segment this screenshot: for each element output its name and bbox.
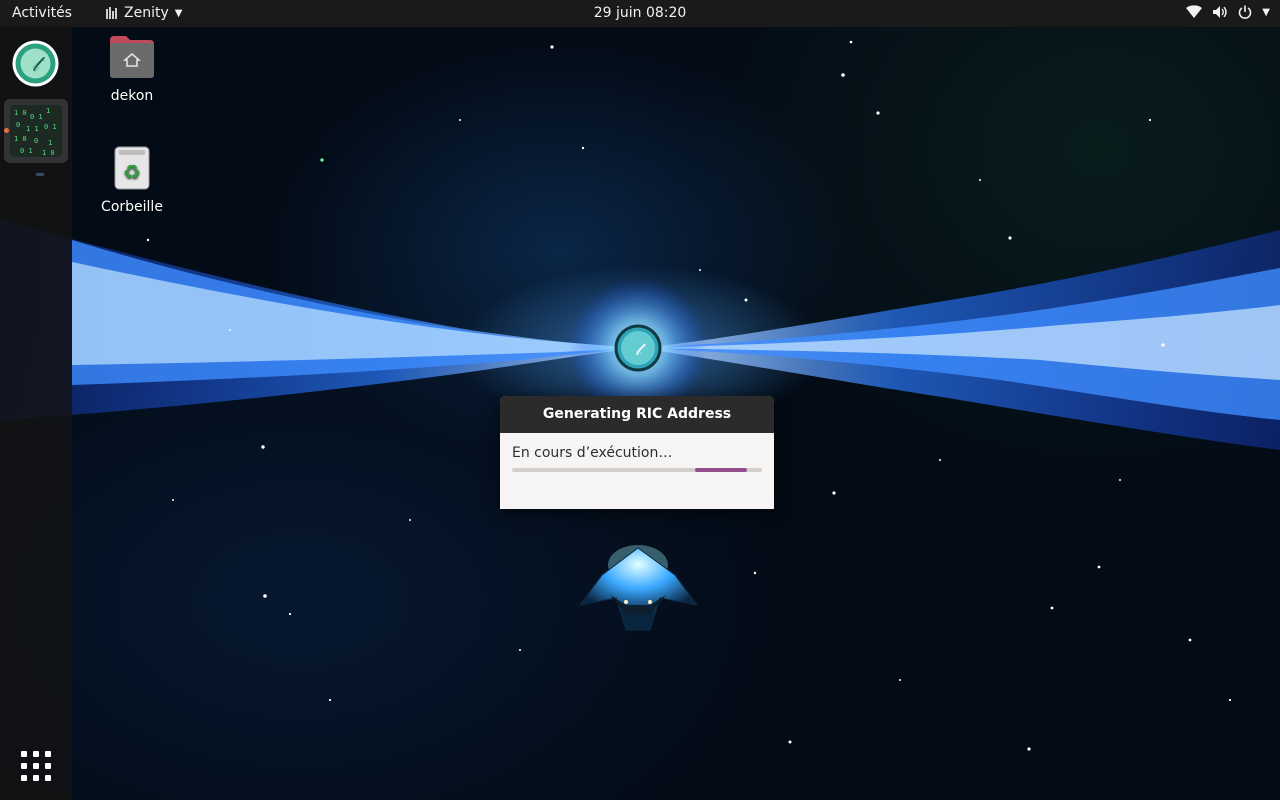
grid-icon[interactable] (18, 748, 54, 784)
desktop-icon-trash[interactable]: ♻ Corbeille (77, 145, 187, 215)
progress-dialog: Generating RIC Address En cours d’exécut… (500, 396, 774, 509)
svg-text:0: 0 (34, 137, 38, 145)
dialog-status-text: En cours d’exécution… (512, 445, 673, 461)
progress-bar (512, 468, 762, 472)
progress-bar-indicator (694, 468, 747, 472)
svg-text:0: 0 (16, 121, 20, 129)
svg-text:1 0: 1 0 (14, 109, 27, 117)
svg-text:1: 1 (46, 107, 50, 115)
svg-text:1 0: 1 0 (42, 149, 55, 157)
trash-icon: ♻ (114, 146, 150, 190)
power-icon[interactable] (1238, 5, 1252, 19)
svg-text:1 1: 1 1 (26, 125, 39, 133)
svg-text:0 1: 0 1 (20, 147, 33, 155)
volume-icon[interactable] (1212, 5, 1228, 19)
activities-button[interactable]: Activités (12, 5, 72, 21)
home-folder-icon (110, 36, 154, 78)
round-logo-app-icon[interactable]: 𝓉 (11, 39, 60, 88)
desktop-icon-label: dekon (110, 88, 154, 104)
svg-text:1 0: 1 0 (14, 135, 27, 143)
desktop-icon-home[interactable]: dekon (77, 34, 187, 104)
app-menu-button[interactable]: Zenity ▼ (106, 5, 182, 21)
wifi-icon[interactable] (1186, 5, 1203, 19)
svg-text:1: 1 (48, 139, 52, 147)
clock[interactable]: 29 juin 08:20 (594, 5, 687, 21)
svg-text:0 1: 0 1 (44, 123, 57, 131)
system-tray[interactable]: ▼ (1186, 5, 1270, 19)
chevron-down-icon[interactable]: ▼ (1262, 7, 1270, 18)
spaceship-graphic (578, 545, 699, 631)
svg-text:♻: ♻ (123, 160, 141, 184)
matrix-terminal-app-icon[interactable]: 1 00 11 01 10 1 1 001 0 11 0 (4, 99, 68, 163)
chevron-down-icon: ▼ (174, 7, 183, 19)
dock: 𝓉 1 00 11 01 10 1 1 001 0 11 0 (0, 27, 72, 800)
app-menu-label: Zenity (124, 5, 169, 21)
desktop-icon-label: Corbeille (101, 199, 163, 215)
top-bar: Activités Zenity ▼ 29 juin 08:20 ▼ (0, 0, 1280, 27)
dock-page-indicator (36, 173, 44, 176)
dialog-title[interactable]: Generating RIC Address (500, 396, 774, 433)
zenity-app-icon (106, 6, 118, 20)
svg-text:0 1: 0 1 (30, 113, 43, 121)
